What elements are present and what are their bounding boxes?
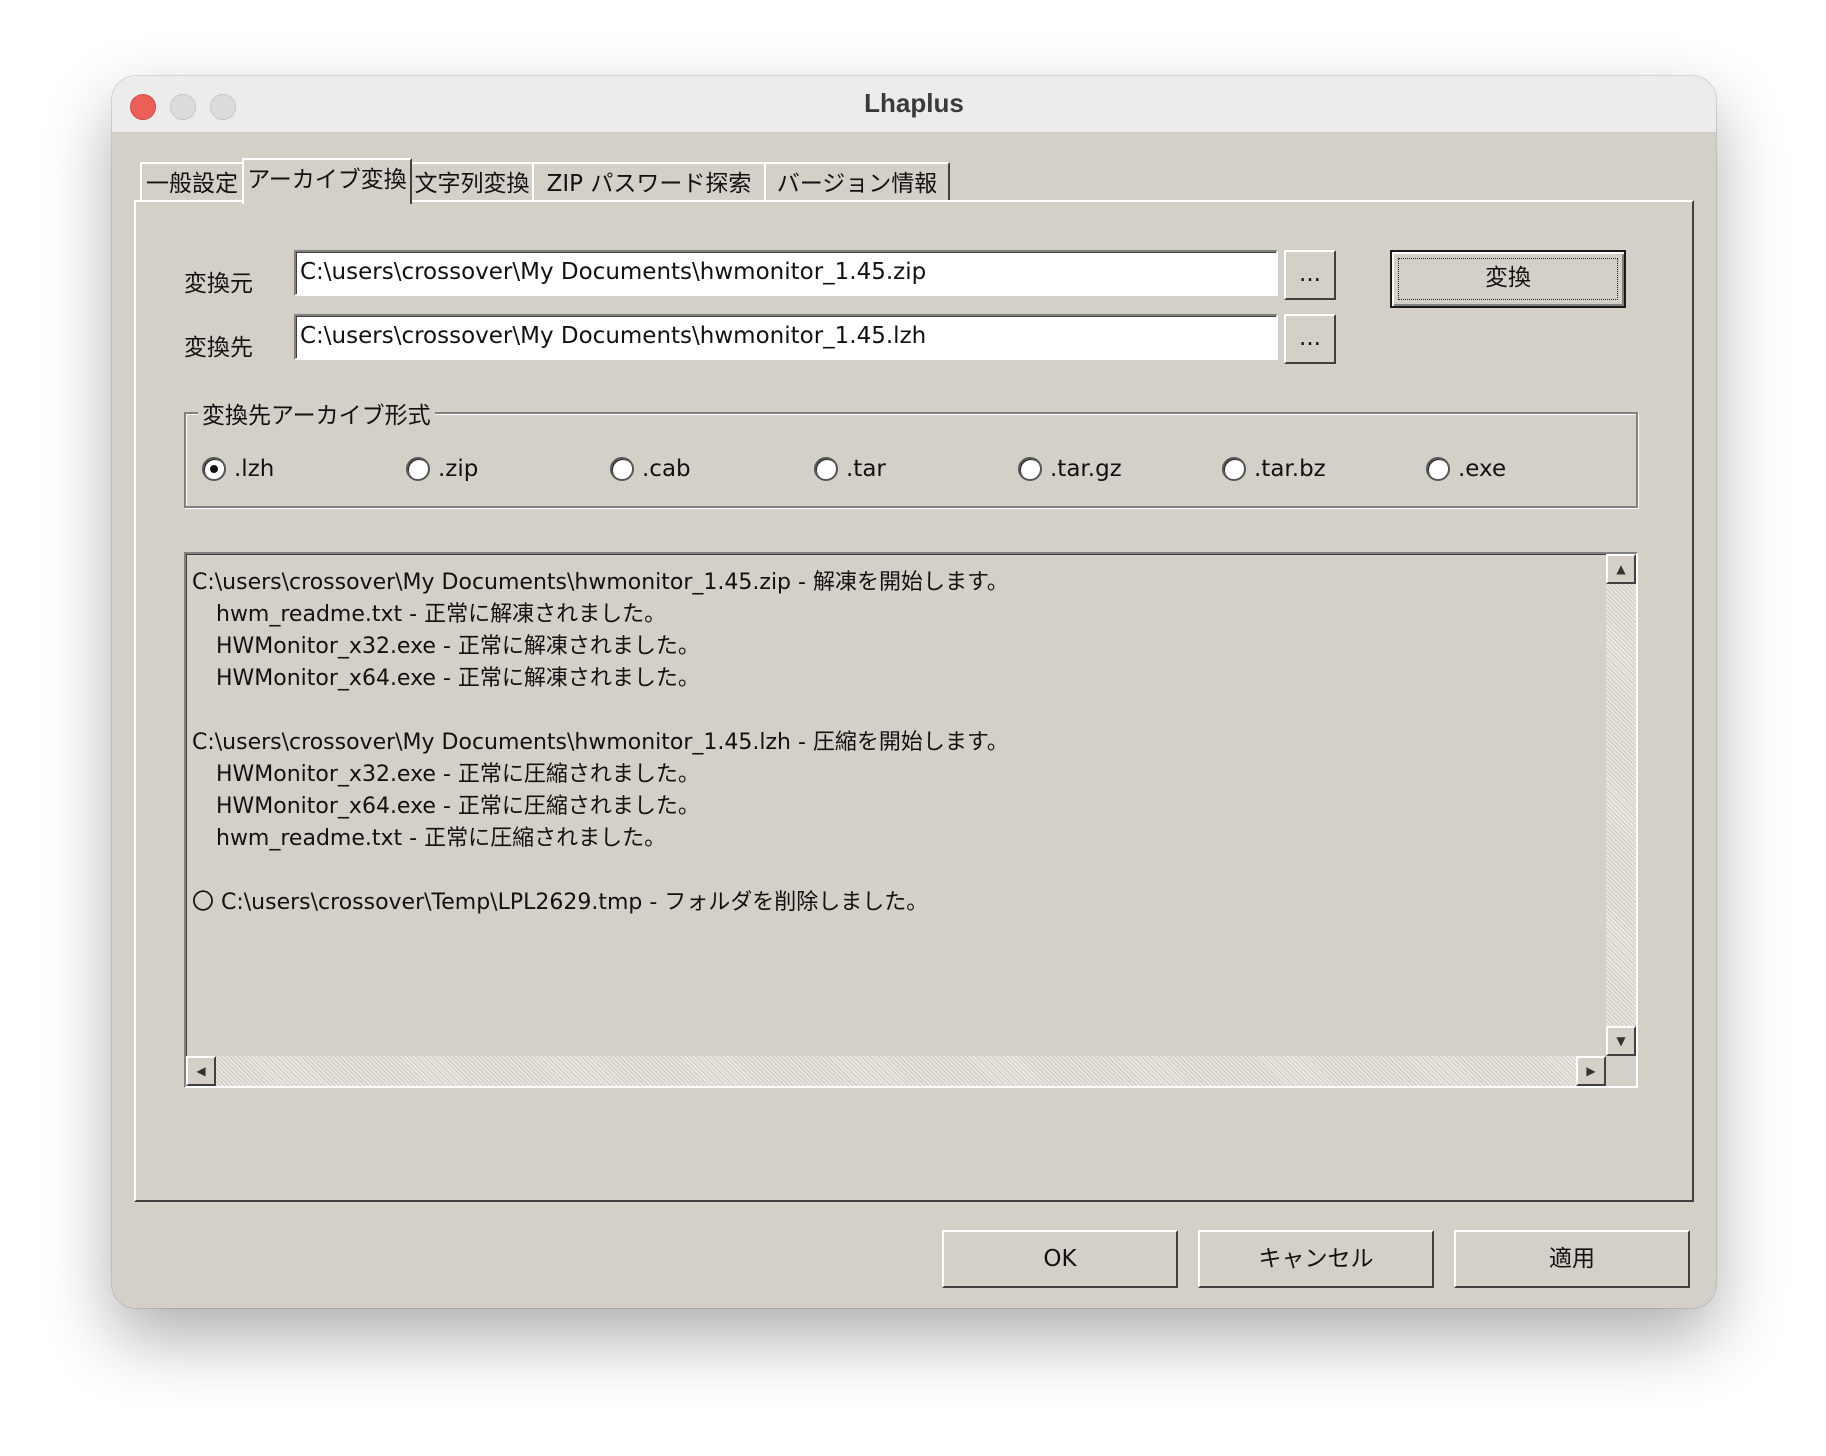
radio-icon xyxy=(1018,457,1042,481)
format-option-label: .tar xyxy=(846,456,886,482)
log-line: HWMonitor_x64.exe - 正常に解凍されました。 xyxy=(216,666,700,691)
focus-ring xyxy=(1398,258,1618,300)
format-option-label: .tar.bz xyxy=(1254,456,1326,482)
lhaplus-window: Lhaplus 一般設定 アーカイブ変換 文字列変換 ZIP パスワード探索 バ… xyxy=(112,76,1716,1308)
tab-archive-conversion[interactable]: アーカイブ変換 xyxy=(242,158,412,204)
radio-selected-icon xyxy=(202,457,226,481)
vertical-scrollbar[interactable]: ▲ ▼ xyxy=(1606,554,1636,1056)
convert-button[interactable]: 変換 xyxy=(1390,250,1626,308)
radio-icon xyxy=(610,457,634,481)
tab-version-info[interactable]: バージョン情報 xyxy=(764,162,950,202)
archive-conversion-panel: 変換元 C:\users\crossover\My Documents\hwmo… xyxy=(134,200,1694,1202)
ok-button[interactable]: OK xyxy=(942,1230,1178,1288)
format-option-tar-gz[interactable]: .tar.gz xyxy=(1018,454,1122,484)
conversion-log[interactable]: C:\users\crossover\My Documents\hwmonito… xyxy=(184,552,1638,1088)
scroll-down-arrow-icon[interactable]: ▼ xyxy=(1606,1026,1636,1056)
format-option-tar-bz[interactable]: .tar.bz xyxy=(1222,454,1326,484)
radio-icon xyxy=(1222,457,1246,481)
title-bar: Lhaplus xyxy=(112,76,1716,133)
format-option-lzh[interactable]: .lzh xyxy=(202,454,274,484)
tab-zip-password-search[interactable]: ZIP パスワード探索 xyxy=(532,162,766,202)
scrollbar-corner xyxy=(1606,1056,1636,1086)
destination-format-group: 変換先アーカイブ形式 .lzh .zip .cab .tar .tar.gz .… xyxy=(184,396,1638,508)
format-group-title: 変換先アーカイブ形式 xyxy=(198,396,435,430)
destination-browse-button[interactable]: ... xyxy=(1284,314,1336,364)
cancel-button[interactable]: キャンセル xyxy=(1198,1230,1434,1288)
apply-button[interactable]: 適用 xyxy=(1454,1230,1690,1288)
radio-icon xyxy=(406,457,430,481)
log-line: 〇 C:\users\crossover\Temp\LPL2629.tmp - … xyxy=(192,890,929,915)
tab-string-conversion[interactable]: 文字列変換 xyxy=(410,162,534,202)
format-option-zip[interactable]: .zip xyxy=(406,454,478,484)
radio-icon xyxy=(814,457,838,481)
radio-icon xyxy=(1426,457,1450,481)
log-line: C:\users\crossover\My Documents\hwmonito… xyxy=(192,570,1009,595)
log-line: HWMonitor_x64.exe - 正常に圧縮されました。 xyxy=(216,794,700,819)
scroll-up-arrow-icon[interactable]: ▲ xyxy=(1606,554,1636,584)
log-line: HWMonitor_x32.exe - 正常に解凍されました。 xyxy=(216,634,700,659)
horizontal-scrollbar[interactable]: ◀ ▶ xyxy=(186,1056,1606,1086)
window-title: Lhaplus xyxy=(864,88,964,118)
format-option-label: .lzh xyxy=(234,456,275,482)
log-line: hwm_readme.txt - 正常に圧縮されました。 xyxy=(216,826,667,851)
destination-label: 変換先 xyxy=(184,335,253,361)
format-option-tar[interactable]: .tar xyxy=(814,454,886,484)
log-line: C:\users\crossover\My Documents\hwmonito… xyxy=(192,730,1009,755)
scroll-right-arrow-icon[interactable]: ▶ xyxy=(1576,1056,1606,1086)
scroll-left-arrow-icon[interactable]: ◀ xyxy=(186,1056,216,1086)
format-option-label: .cab xyxy=(642,456,691,482)
log-line: hwm_readme.txt - 正常に解凍されました。 xyxy=(216,602,667,627)
format-option-cab[interactable]: .cab xyxy=(610,454,691,484)
format-option-label: .exe xyxy=(1458,456,1507,482)
source-label: 変換元 xyxy=(184,271,253,297)
format-option-exe[interactable]: .exe xyxy=(1426,454,1506,484)
tab-general-settings[interactable]: 一般設定 xyxy=(140,162,244,202)
format-option-label: .zip xyxy=(438,456,479,482)
log-line: HWMonitor_x32.exe - 正常に圧縮されました。 xyxy=(216,762,700,787)
format-option-label: .tar.gz xyxy=(1050,456,1122,482)
source-path-input[interactable]: C:\users\crossover\My Documents\hwmonito… xyxy=(294,250,1278,296)
source-browse-button[interactable]: ... xyxy=(1284,250,1336,300)
destination-path-input[interactable]: C:\users\crossover\My Documents\hwmonito… xyxy=(294,314,1278,360)
